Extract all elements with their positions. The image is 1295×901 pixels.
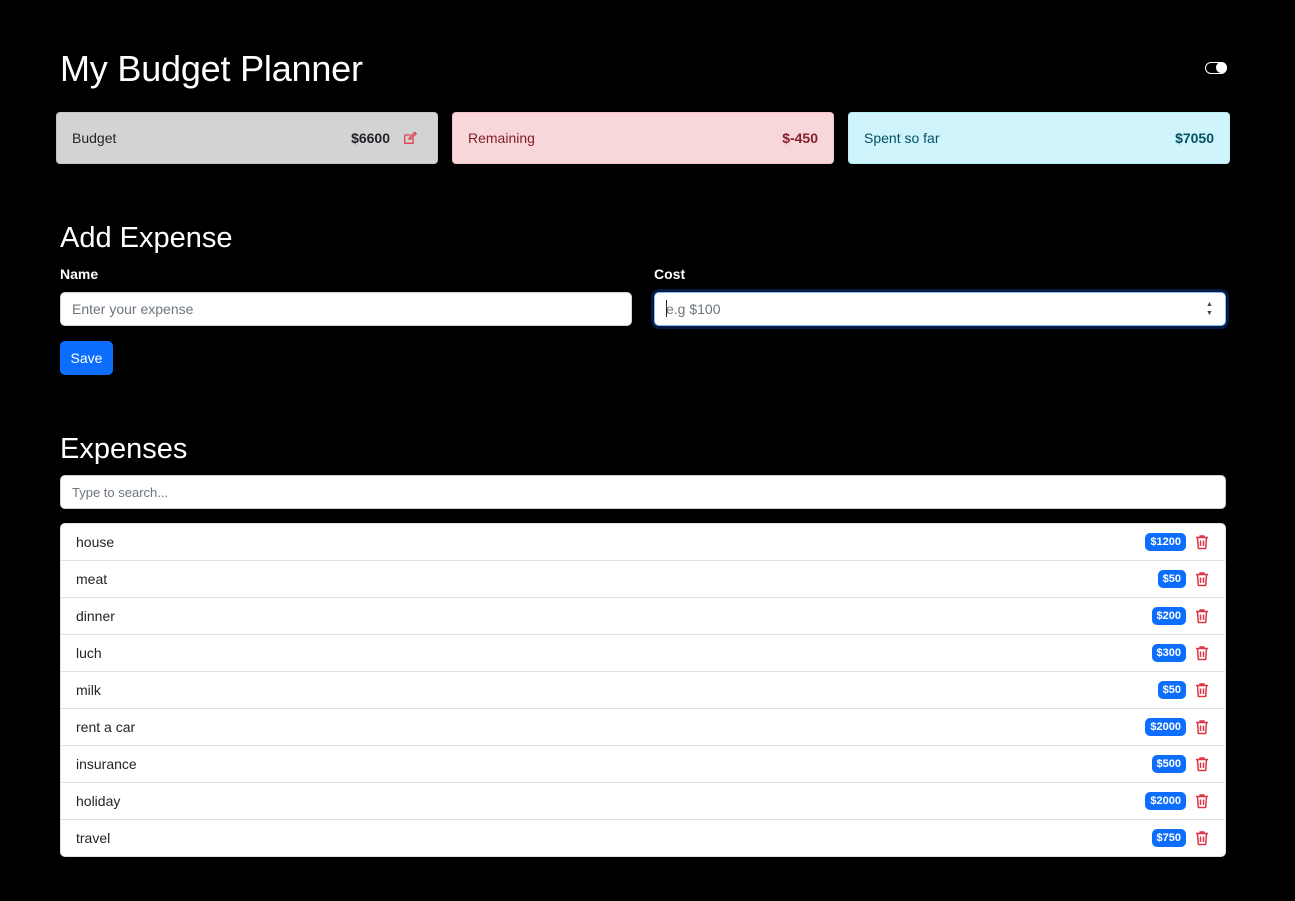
spent-value: $7050 xyxy=(1175,130,1214,146)
trash-icon[interactable] xyxy=(1194,719,1210,735)
cost-badge: $2000 xyxy=(1145,792,1186,810)
page-title: My Budget Planner xyxy=(60,48,363,89)
edit-icon[interactable] xyxy=(402,130,418,146)
list-item: travel $750 xyxy=(61,820,1225,856)
toggle-on-icon[interactable] xyxy=(1205,62,1227,74)
list-item: luch $300 xyxy=(61,635,1225,672)
trash-icon[interactable] xyxy=(1194,682,1210,698)
trash-icon[interactable] xyxy=(1194,645,1210,661)
spent-label: Spent so far xyxy=(864,130,940,146)
name-label: Name xyxy=(60,266,99,282)
cost-badge: $750 xyxy=(1151,829,1186,847)
text-caret xyxy=(666,300,667,317)
list-item: insurance $500 xyxy=(61,746,1225,783)
cost-badge: $2000 xyxy=(1145,718,1186,736)
list-item: rent a car $2000 xyxy=(61,709,1225,746)
cost-badge: $500 xyxy=(1151,755,1186,773)
trash-icon[interactable] xyxy=(1194,534,1210,550)
remaining-card: Remaining $-450 xyxy=(452,112,834,164)
cost-label: Cost xyxy=(654,266,686,282)
number-spinner[interactable]: ▲ ▼ xyxy=(1205,301,1214,317)
cost-field[interactable]: ▲ ▼ xyxy=(654,292,1226,326)
trash-icon[interactable] xyxy=(1194,793,1210,809)
cost-badge: $50 xyxy=(1157,570,1186,588)
list-item: dinner $200 xyxy=(61,598,1225,635)
remaining-value: $-450 xyxy=(782,130,818,146)
expense-list: house $1200 meat $50 dinner $200 luch $3… xyxy=(60,523,1226,857)
budget-card: Budget $6600 xyxy=(56,112,438,164)
trash-icon[interactable] xyxy=(1194,608,1210,624)
expense-name-input[interactable] xyxy=(60,292,632,326)
search-input[interactable] xyxy=(60,475,1226,509)
expense-name: insurance xyxy=(76,756,137,772)
expenses-heading: Expenses xyxy=(60,433,188,465)
expense-name: house xyxy=(76,534,115,550)
expense-name: milk xyxy=(76,682,101,698)
cost-badge: $1200 xyxy=(1145,533,1186,551)
budget-value: $6600 xyxy=(351,130,390,146)
expense-name: meat xyxy=(76,571,108,587)
cost-badge: $200 xyxy=(1151,607,1186,625)
expense-name: luch xyxy=(76,645,102,661)
expense-cost-input[interactable] xyxy=(655,293,1185,325)
trash-icon[interactable] xyxy=(1194,756,1210,772)
add-expense-heading: Add Expense xyxy=(60,222,233,254)
spinner-down-icon[interactable]: ▼ xyxy=(1206,310,1213,317)
expense-name: travel xyxy=(76,830,111,846)
list-item: meat $50 xyxy=(61,561,1225,598)
expense-name: holiday xyxy=(76,793,121,809)
cost-badge: $50 xyxy=(1157,681,1186,699)
toggle-knob xyxy=(1216,62,1227,73)
list-item: holiday $2000 xyxy=(61,783,1225,820)
list-item: house $1200 xyxy=(61,524,1225,561)
spinner-up-icon[interactable]: ▲ xyxy=(1206,301,1213,308)
budget-label: Budget xyxy=(72,130,117,146)
cost-badge: $300 xyxy=(1151,644,1186,662)
trash-icon[interactable] xyxy=(1194,571,1210,587)
budget-app: My Budget Planner Budget $6600 Remaining… xyxy=(0,0,1295,901)
save-button[interactable]: Save xyxy=(60,341,113,375)
spent-card: Spent so far $7050 xyxy=(848,112,1230,164)
expense-name: rent a car xyxy=(76,719,136,735)
list-item: milk $50 xyxy=(61,672,1225,709)
trash-icon[interactable] xyxy=(1194,830,1210,846)
expense-name: dinner xyxy=(76,608,115,624)
remaining-label: Remaining xyxy=(468,130,535,146)
